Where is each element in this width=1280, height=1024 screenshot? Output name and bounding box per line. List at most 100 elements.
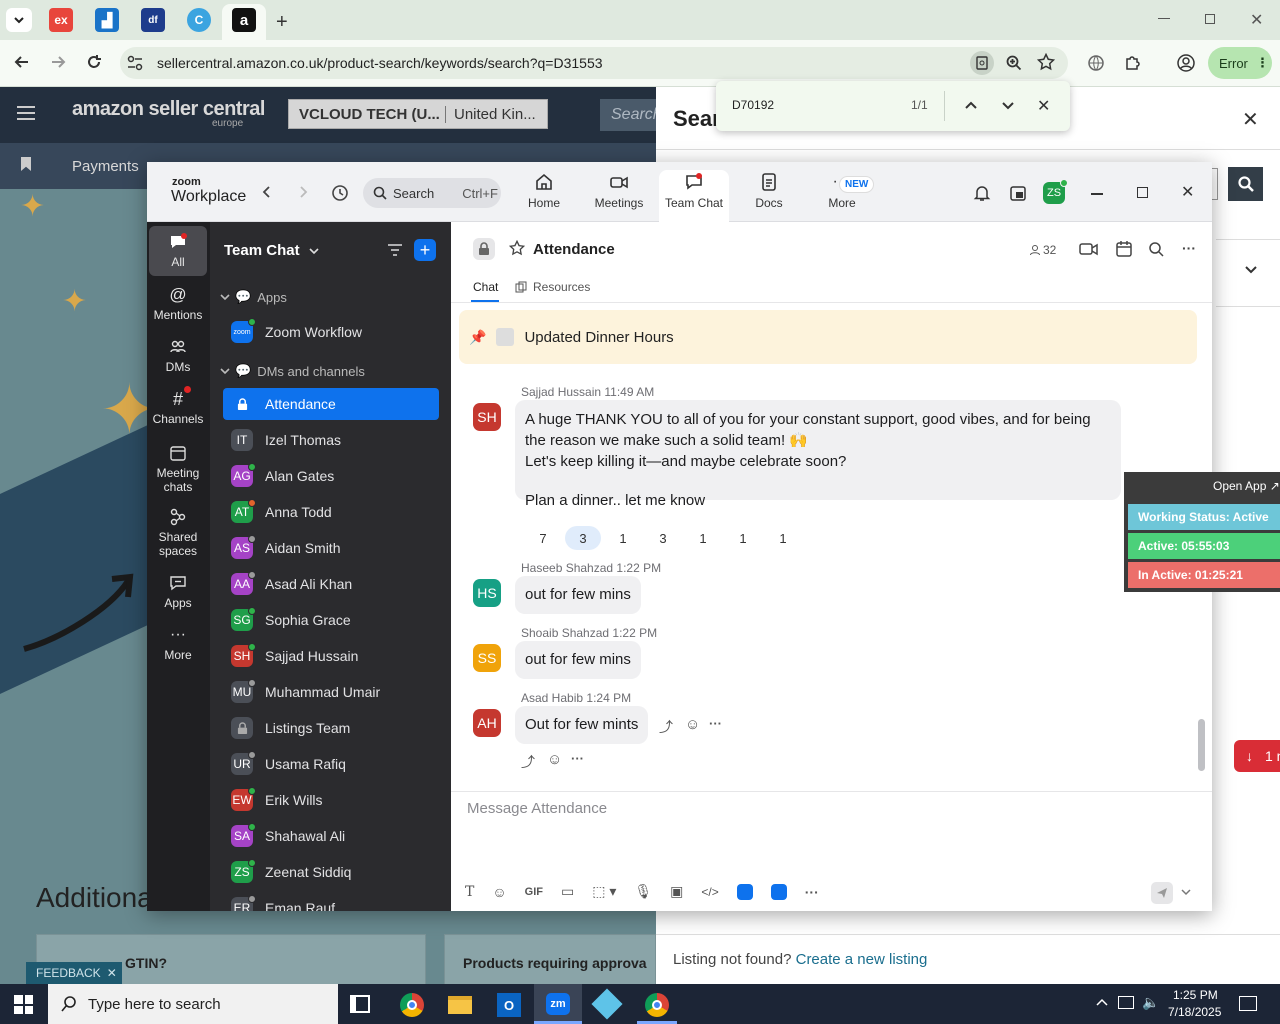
send-icon[interactable] <box>1151 882 1173 904</box>
section-apps[interactable]: 💬 Apps <box>220 289 287 305</box>
taskbar-time[interactable]: 1:25 PM <box>1173 988 1218 1002</box>
new-chat-plus-button[interactable]: + <box>414 239 436 261</box>
extensions-puzzle-icon[interactable] <box>1124 53 1142 71</box>
reaction-chip[interactable]: 3 <box>565 526 601 550</box>
volume-icon[interactable]: 🔈 <box>1142 994 1159 1011</box>
message-more-icon[interactable]: ··· <box>709 716 722 731</box>
list-item-contact[interactable]: Attendance <box>223 388 439 420</box>
restore-icon[interactable] <box>1205 14 1215 24</box>
bookmark-star-icon[interactable] <box>1037 53 1055 71</box>
outlook-icon[interactable]: O <box>497 993 521 1017</box>
close-feedback-icon[interactable]: ✕ <box>107 966 117 980</box>
reaction-chip[interactable]: 3 <box>645 526 681 550</box>
translate-globe-icon[interactable] <box>1087 54 1105 72</box>
tab-list-chevron-icon[interactable] <box>6 8 32 32</box>
reply-icon[interactable]: ⤴ <box>659 717 673 737</box>
gif-icon[interactable]: GIF <box>525 886 543 898</box>
rail-mentions[interactable]: @ Mentions <box>149 286 207 323</box>
channel-search-icon[interactable] <box>1148 241 1164 257</box>
zoom-nav-meetings[interactable]: Meetings <box>593 172 645 220</box>
chrome-taskbar-icon[interactable] <box>400 993 424 1017</box>
notification-center-icon[interactable] <box>1239 996 1257 1011</box>
page-find-icon[interactable] <box>970 51 994 75</box>
message-bubble[interactable]: out for few mins <box>515 641 641 679</box>
text-format-icon[interactable]: T <box>465 884 474 900</box>
reaction-chip[interactable]: 1 <box>725 526 761 550</box>
calendar-app-icon[interactable] <box>1009 184 1027 202</box>
rail-channels[interactable]: # Channels <box>149 386 207 426</box>
zoom-history-icon[interactable] <box>331 184 349 202</box>
list-item-contact[interactable]: SG Sophia Grace <box>223 604 439 636</box>
account-selector[interactable]: VCLOUD TECH (U... United Kin... <box>288 99 548 129</box>
task-view-icon[interactable] <box>350 995 370 1013</box>
network-icon[interactable] <box>1118 996 1134 1009</box>
zoom-minimize-icon[interactable] <box>1091 193 1103 195</box>
close-window-icon[interactable]: ✕ <box>1250 10 1263 30</box>
profile-icon[interactable] <box>1176 53 1196 73</box>
file-explorer-icon[interactable] <box>448 996 472 1014</box>
reaction-chip[interactable]: 7 <box>525 526 561 550</box>
pinned-message-bar[interactable]: 📌 Updated Dinner Hours <box>459 310 1197 364</box>
channel-more-icon[interactable]: ··· <box>1182 240 1196 256</box>
panel-search-button[interactable] <box>1228 167 1263 201</box>
reaction-chip[interactable]: 1 <box>605 526 641 550</box>
zoom-maximize-icon[interactable] <box>1137 187 1148 198</box>
list-item-contact[interactable]: SH Sajjad Hussain <box>223 640 439 672</box>
list-item-contact[interactable]: SA Shahawal Ali <box>223 820 439 852</box>
list-item-contact[interactable]: Listings Team <box>223 712 439 744</box>
members-count[interactable]: 32 <box>1029 243 1056 257</box>
list-item-contact[interactable]: AG Alan Gates <box>223 460 439 492</box>
find-query-input[interactable]: D70192 <box>732 98 774 112</box>
team-chat-title[interactable]: Team Chat <box>224 242 320 259</box>
list-item-contact[interactable]: EW Erik Wills <box>223 784 439 816</box>
clips-icon[interactable] <box>770 883 787 900</box>
rail-more[interactable]: ··· More <box>149 626 207 662</box>
list-item-zoom-workflow[interactable]: zoom Zoom Workflow <box>223 316 439 348</box>
filter-icon[interactable] <box>387 243 403 257</box>
close-panel-icon[interactable]: ✕ <box>1242 107 1259 132</box>
browser-tab-4[interactable]: C <box>187 8 211 32</box>
avatar[interactable]: SH <box>473 403 501 431</box>
browser-error-button[interactable]: Error ⋮ <box>1208 47 1272 79</box>
back-arrow-icon[interactable] <box>12 52 32 72</box>
taskbar-date[interactable]: 7/18/2025 <box>1168 1005 1221 1019</box>
list-item-contact[interactable]: AS Aidan Smith <box>223 532 439 564</box>
reply-icon[interactable]: ⤴ <box>521 752 535 772</box>
rail-meeting-chats[interactable]: Meeting chats <box>149 444 207 494</box>
list-item-contact[interactable]: MU Muhammad Umair <box>223 676 439 708</box>
find-prev-icon[interactable] <box>964 100 978 110</box>
tray-chevron-up-icon[interactable] <box>1096 998 1108 1006</box>
list-item-contact[interactable]: ER Eman Rauf <box>223 892 439 911</box>
list-item-contact[interactable]: AT Anna Todd <box>223 496 439 528</box>
find-close-icon[interactable]: ✕ <box>1037 96 1050 116</box>
new-messages-button[interactable]: ↓ 1 new ✕ <box>1234 740 1280 772</box>
zoom-nav-home[interactable]: Home <box>525 172 563 220</box>
tab-chat[interactable]: Chat <box>473 280 498 294</box>
zoom-search-box[interactable]: Search Ctrl+F <box>363 178 501 208</box>
avatar[interactable]: HS <box>473 579 501 607</box>
emoji-icon[interactable]: ☺ <box>492 884 506 900</box>
rail-dms[interactable]: DMs <box>149 338 207 374</box>
message-input[interactable]: Message Attendance <box>467 800 1187 860</box>
browser-tab-2[interactable]: ▟ <box>95 8 119 32</box>
code-snippet-icon[interactable]: </> <box>701 885 718 899</box>
microphone-icon[interactable]: 🎙 <box>634 883 652 900</box>
message-more-icon[interactable]: ··· <box>571 751 584 766</box>
nav-payments[interactable]: Payments <box>72 158 139 175</box>
zoom-magnifier-icon[interactable] <box>1005 54 1023 72</box>
channel-calendar-icon[interactable] <box>1115 240 1133 258</box>
reaction-chip[interactable]: 1 <box>765 526 801 550</box>
url-text[interactable]: sellercentral.amazon.co.uk/product-searc… <box>157 55 603 71</box>
star-icon[interactable] <box>509 240 525 256</box>
screenshot-icon[interactable]: ⬚ ▾ <box>592 883 616 900</box>
file-icon[interactable]: ▭ <box>561 883 574 900</box>
avatar[interactable]: AH <box>473 709 501 737</box>
hamburger-menu-icon[interactable] <box>17 106 35 120</box>
browser-tab-1[interactable]: ex <box>49 8 73 32</box>
zoom-nav-docs[interactable]: Docs <box>752 172 786 220</box>
rail-all[interactable]: All <box>149 233 207 269</box>
reload-icon[interactable] <box>84 52 104 72</box>
browser-tab-3[interactable]: df <box>141 8 165 32</box>
section-dms[interactable]: 💬 DMs and channels <box>220 363 365 379</box>
windows-start-icon[interactable] <box>14 995 33 1014</box>
